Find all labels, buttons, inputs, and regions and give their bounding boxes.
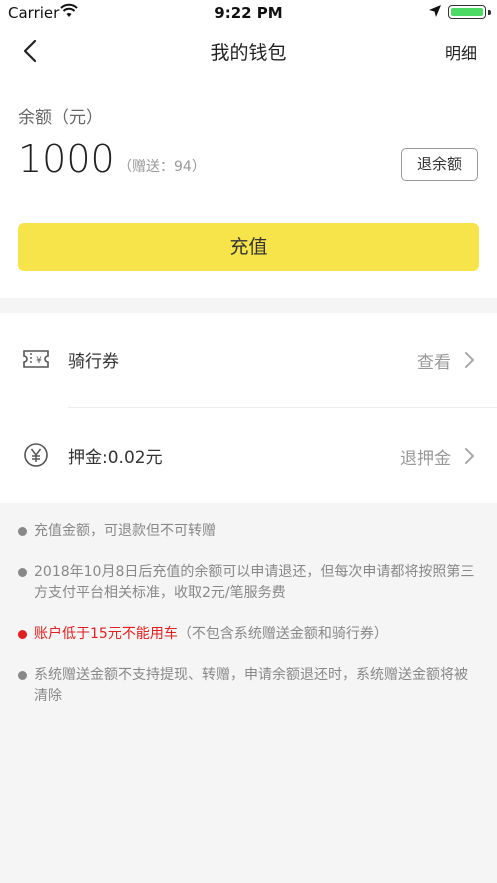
bullet-dot [18, 527, 27, 536]
location-arrow-icon [429, 5, 441, 17]
status-bar: Carrier 9:22 PM [0, 0, 497, 26]
deposit-label: 押金:0.02元 [68, 448, 163, 468]
ticket-icon: ¥ [23, 350, 49, 368]
recharge-button[interactable]: 充值 [18, 223, 479, 271]
row-divider [68, 407, 497, 408]
deposit-row[interactable]: 押金:0.02元 退押金 [0, 409, 497, 503]
wallet-options-list: ¥ 骑行券 查看 押金:0.02元 退押金 [0, 313, 497, 503]
yen-icon [24, 443, 48, 467]
note-item: 系统赠送金额不支持提现、转赠，申请余额退还时，系统赠送金额将被清除 [18, 665, 480, 707]
view-coupon-link[interactable]: 查看 [417, 348, 451, 373]
chevron-right-icon [465, 448, 474, 464]
bullet-dot [18, 568, 27, 577]
note-item-warning: 账户低于15元不能用车（不包含系统赠送金额和骑行券） [18, 624, 480, 645]
note-item: 2018年10月8日后充值的余额可以申请退还，但每次申请都将按照第三方支付平台相… [18, 562, 480, 604]
page-title: 我的钱包 [210, 42, 287, 64]
note-warning-text: 账户低于15元不能用车 [34, 626, 178, 642]
battery-level [451, 8, 483, 16]
chevron-right-icon [465, 352, 474, 368]
refund-balance-button[interactable]: 退余额 [401, 148, 478, 181]
gift-amount: （赠送：94） [118, 159, 206, 175]
status-time: 9:22 PM [214, 4, 283, 22]
navigation-bar: 我的钱包 明细 [0, 28, 497, 74]
bullet-dot [18, 671, 27, 680]
note-text: （不包含系统赠送金额和骑行券） [177, 626, 388, 642]
battery-icon [448, 5, 486, 19]
balance-label: 余额（元） [18, 108, 103, 128]
note-text: 充值金额，可退款但不可转赠 [34, 523, 216, 539]
balance-amount: 1000 [18, 137, 115, 181]
notes-section: 充值金额，可退款但不可转赠 2018年10月8日后充值的余额可以申请退还，但每次… [18, 521, 480, 727]
note-text: 系统赠送金额不支持提现、转赠，申请余额退还时，系统赠送金额将被清除 [34, 667, 468, 704]
refund-deposit-link[interactable]: 退押金 [400, 444, 451, 469]
ride-coupon-label: 骑行券 [68, 352, 119, 372]
bullet-dot-red [18, 630, 27, 639]
note-text: 2018年10月8日后充值的余额可以申请退还，但每次申请都将按照第三方支付平台相… [34, 564, 475, 601]
ride-coupon-row[interactable]: ¥ 骑行券 查看 [0, 313, 497, 407]
svg-text:¥: ¥ [36, 356, 42, 366]
note-item: 充值金额，可退款但不可转赠 [18, 521, 480, 542]
battery-nub [488, 10, 491, 15]
detail-button[interactable]: 明细 [445, 40, 477, 64]
